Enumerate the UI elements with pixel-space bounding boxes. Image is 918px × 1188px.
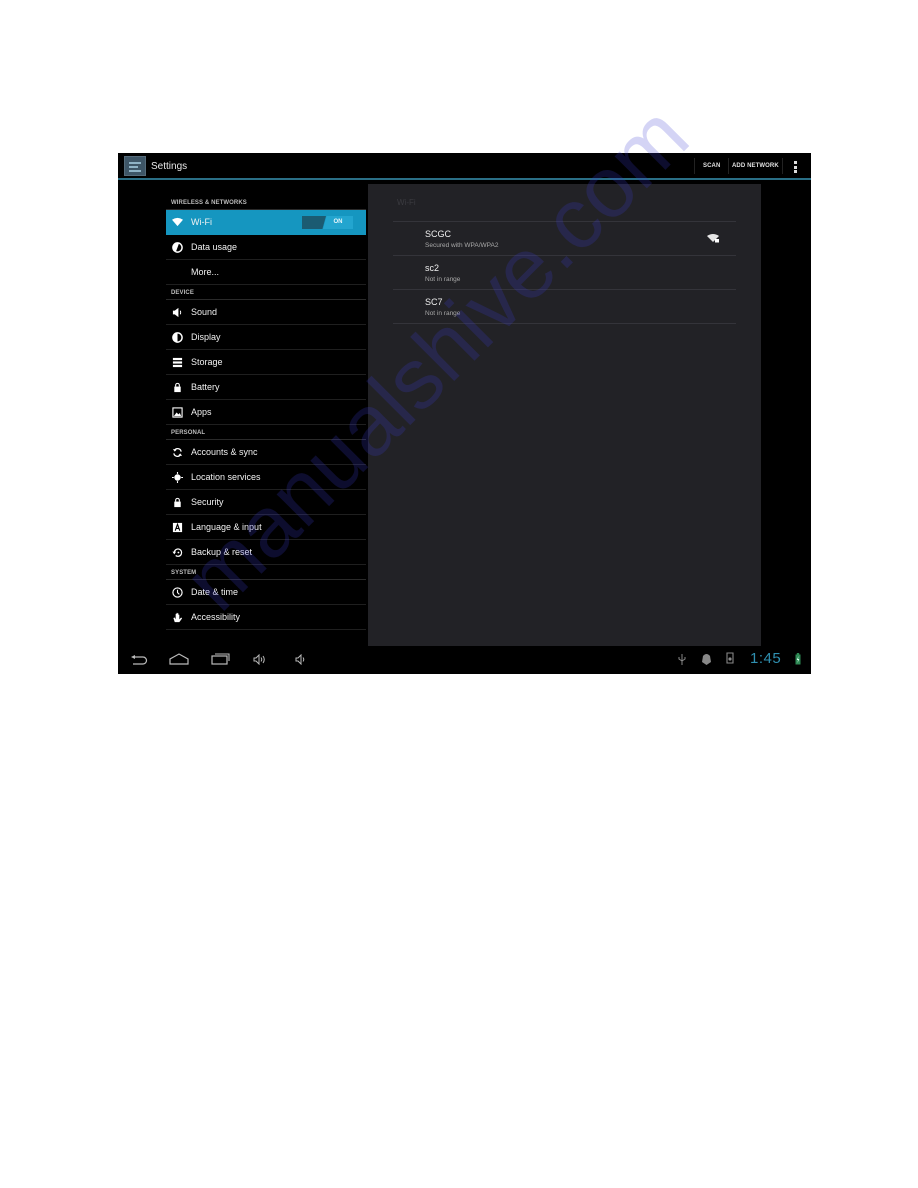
action-bar: Settings SCAN ADD NETWORK <box>118 153 811 180</box>
panel-title: Wi-Fi <box>397 198 416 207</box>
settings-item-data-usage[interactable]: Data usage <box>166 235 366 260</box>
settings-item-more[interactable]: More... <box>166 260 366 285</box>
home-icon[interactable] <box>169 653 189 665</box>
add-network-button[interactable]: ADD NETWORK <box>732 163 779 169</box>
settings-item-accessibility[interactable]: Accessibility <box>166 605 366 630</box>
settings-item-language[interactable]: Language & input <box>166 515 366 540</box>
wifi-locked-signal-icon <box>707 234 719 243</box>
settings-app-icon[interactable] <box>124 156 146 176</box>
back-icon[interactable] <box>130 655 148 665</box>
lock-icon <box>174 497 181 508</box>
settings-item-label: Sound <box>191 307 218 317</box>
network-item[interactable]: SCGC Secured with WPA/WPA2 <box>393 222 736 256</box>
settings-item-label: Security <box>191 497 224 507</box>
settings-item-storage[interactable]: Storage <box>166 350 366 375</box>
settings-item-apps[interactable]: Apps <box>166 400 366 425</box>
wifi-icon <box>172 217 183 227</box>
settings-item-label: Accessibility <box>191 612 241 622</box>
sound-icon <box>172 307 182 318</box>
recent-apps-icon[interactable] <box>211 652 231 665</box>
settings-item-label: Wi-Fi <box>191 217 212 227</box>
settings-item-wifi[interactable]: Wi-Fi ON <box>166 210 366 235</box>
divider <box>728 158 729 174</box>
network-item[interactable]: SC7 Not in range <box>393 290 736 324</box>
settings-item-accounts-sync[interactable]: Accounts & sync <box>166 440 366 465</box>
settings-item-sound[interactable]: Sound <box>166 300 366 325</box>
divider <box>694 158 695 174</box>
settings-item-label: Battery <box>191 382 220 392</box>
network-status: Not in range <box>425 276 461 283</box>
settings-item-location[interactable]: Location services <box>166 465 366 490</box>
hand-icon <box>173 612 183 623</box>
settings-item-label: Language & input <box>191 522 262 532</box>
settings-item-label: Display <box>191 332 221 342</box>
settings-item-security[interactable]: Security <box>166 490 366 515</box>
settings-item-label: Location services <box>191 472 261 482</box>
network-name: SCGC <box>425 229 452 239</box>
scan-button[interactable]: SCAN <box>703 163 720 169</box>
more-vert-icon[interactable] <box>794 161 797 175</box>
network-status: Not in range <box>425 310 461 317</box>
storage-icon <box>172 357 183 368</box>
network-name: sc2 <box>425 263 440 273</box>
settings-item-label: Data usage <box>191 242 238 252</box>
language-icon <box>172 522 183 533</box>
android-debug-icon <box>702 654 711 665</box>
settings-item-label: Apps <box>191 407 212 417</box>
settings-item-label: More... <box>191 267 220 277</box>
data-usage-icon <box>172 242 183 253</box>
section-header: DEVICE <box>166 285 366 300</box>
sync-icon <box>172 448 183 457</box>
section-header: PERSONAL <box>166 425 366 440</box>
settings-item-backup[interactable]: Backup & reset <box>166 540 366 565</box>
settings-item-date-time[interactable]: Date & time <box>166 580 366 605</box>
wifi-toggle[interactable]: ON <box>302 216 353 229</box>
system-bar: 1:45 <box>118 646 811 674</box>
volume-up-icon[interactable] <box>253 654 267 665</box>
network-status: Secured with WPA/WPA2 <box>425 242 499 249</box>
action-bar-accent-line <box>118 178 811 180</box>
toggle-state: ON <box>323 216 353 229</box>
sd-card-icon <box>726 652 734 664</box>
settings-item-battery[interactable]: Battery <box>166 375 366 400</box>
usb-icon <box>678 654 686 665</box>
settings-list: WIRELESS & NETWORKS Wi-Fi ON Data usage … <box>166 195 366 630</box>
settings-item-label: Accounts & sync <box>191 447 258 457</box>
wifi-panel: Wi-Fi SCGC Secured with WPA/WPA2 sc2 Not… <box>368 184 761 646</box>
display-icon <box>172 332 183 343</box>
settings-item-label: Backup & reset <box>191 547 253 557</box>
location-icon <box>172 472 183 483</box>
clock[interactable]: 1:45 <box>750 650 781 667</box>
tablet-screen: Settings SCAN ADD NETWORK WIRELESS & NET… <box>118 153 811 674</box>
network-item[interactable]: sc2 Not in range <box>393 256 736 290</box>
divider <box>782 158 783 174</box>
battery-lock-icon <box>174 382 181 393</box>
clock-icon <box>172 587 183 598</box>
app-title: Settings <box>151 161 188 172</box>
volume-down-icon[interactable] <box>295 654 305 665</box>
apps-icon <box>172 407 183 418</box>
section-header: SYSTEM <box>166 565 366 580</box>
settings-item-label: Date & time <box>191 587 239 597</box>
section-header: WIRELESS & NETWORKS <box>166 195 366 210</box>
settings-item-label: Storage <box>191 357 223 367</box>
settings-item-display[interactable]: Display <box>166 325 366 350</box>
battery-charging-icon <box>795 653 801 665</box>
network-name: SC7 <box>425 297 443 307</box>
backup-icon <box>172 548 183 557</box>
